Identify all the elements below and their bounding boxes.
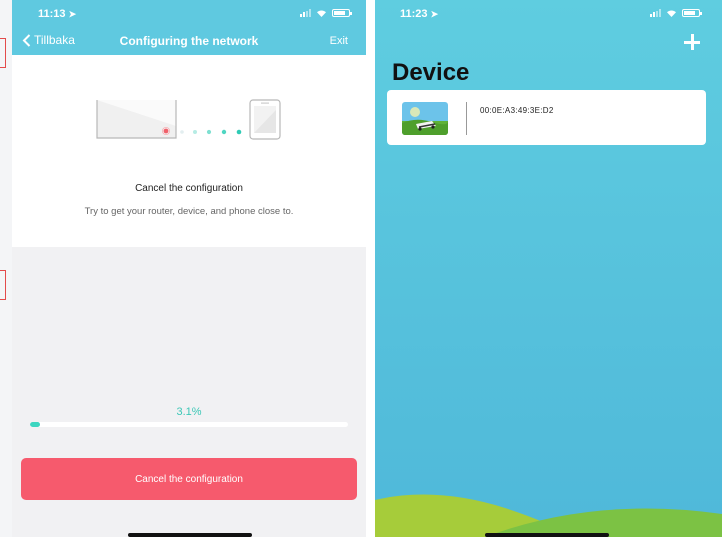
device-mac-address: 00:0E:A3:49:3E:D2: [480, 106, 554, 115]
config-message-title: Cancel the configuration: [135, 183, 243, 194]
wifi-icon: [667, 10, 676, 17]
signal-icon: [300, 9, 311, 17]
status-time: 11:23 ➤: [400, 8, 439, 20]
edge-mark: [0, 38, 6, 68]
status-time: 11:13 ➤: [38, 8, 77, 20]
battery-icon: [682, 9, 702, 17]
router-phone-illustration: [96, 99, 281, 140]
device-list-item[interactable]: 00:0E:A3:49:3E:D2: [387, 90, 706, 145]
edge-mark: [0, 270, 6, 300]
battery-icon: [332, 9, 352, 17]
nav-header: Tillbaka Configuring the network Exit: [12, 26, 366, 55]
progress-panel: 3.1% Cancel the configuration: [12, 247, 366, 537]
exit-button[interactable]: Exit: [330, 35, 348, 47]
status-bar: 11:13 ➤: [12, 0, 366, 26]
location-arrow-icon: ➤: [430, 9, 439, 19]
screen-gap: [366, 0, 375, 537]
home-indicator: [128, 533, 252, 537]
progress-bar: [30, 422, 348, 427]
page-title: Configuring the network: [119, 34, 259, 48]
wifi-icon: [317, 10, 326, 17]
page-title: Device: [392, 59, 470, 86]
cancel-configuration-button[interactable]: Cancel the configuration: [21, 458, 357, 500]
progress-fill: [30, 422, 40, 427]
phone-icon: [249, 99, 281, 140]
item-divider: [466, 102, 467, 135]
grass-hills: [375, 494, 722, 537]
device-list-screen: 11:23 ➤ Device 00:0E:A3:49:3E:D2: [375, 0, 722, 537]
plus-icon[interactable]: [684, 34, 700, 50]
signal-icon: [650, 9, 661, 17]
config-message-subtitle: Try to get your router, device, and phon…: [84, 206, 294, 217]
home-indicator: [485, 533, 609, 537]
page-edge: [0, 0, 12, 537]
router-icon: [96, 100, 177, 139]
location-arrow-icon: ➤: [68, 9, 77, 19]
connection-dots: [180, 129, 242, 135]
progress-percent: 3.1%: [176, 406, 202, 418]
configuring-network-screen: 11:13 ➤ Tillbaka Configuring the network…: [12, 0, 366, 537]
mower-thumbnail-icon: [402, 102, 448, 135]
